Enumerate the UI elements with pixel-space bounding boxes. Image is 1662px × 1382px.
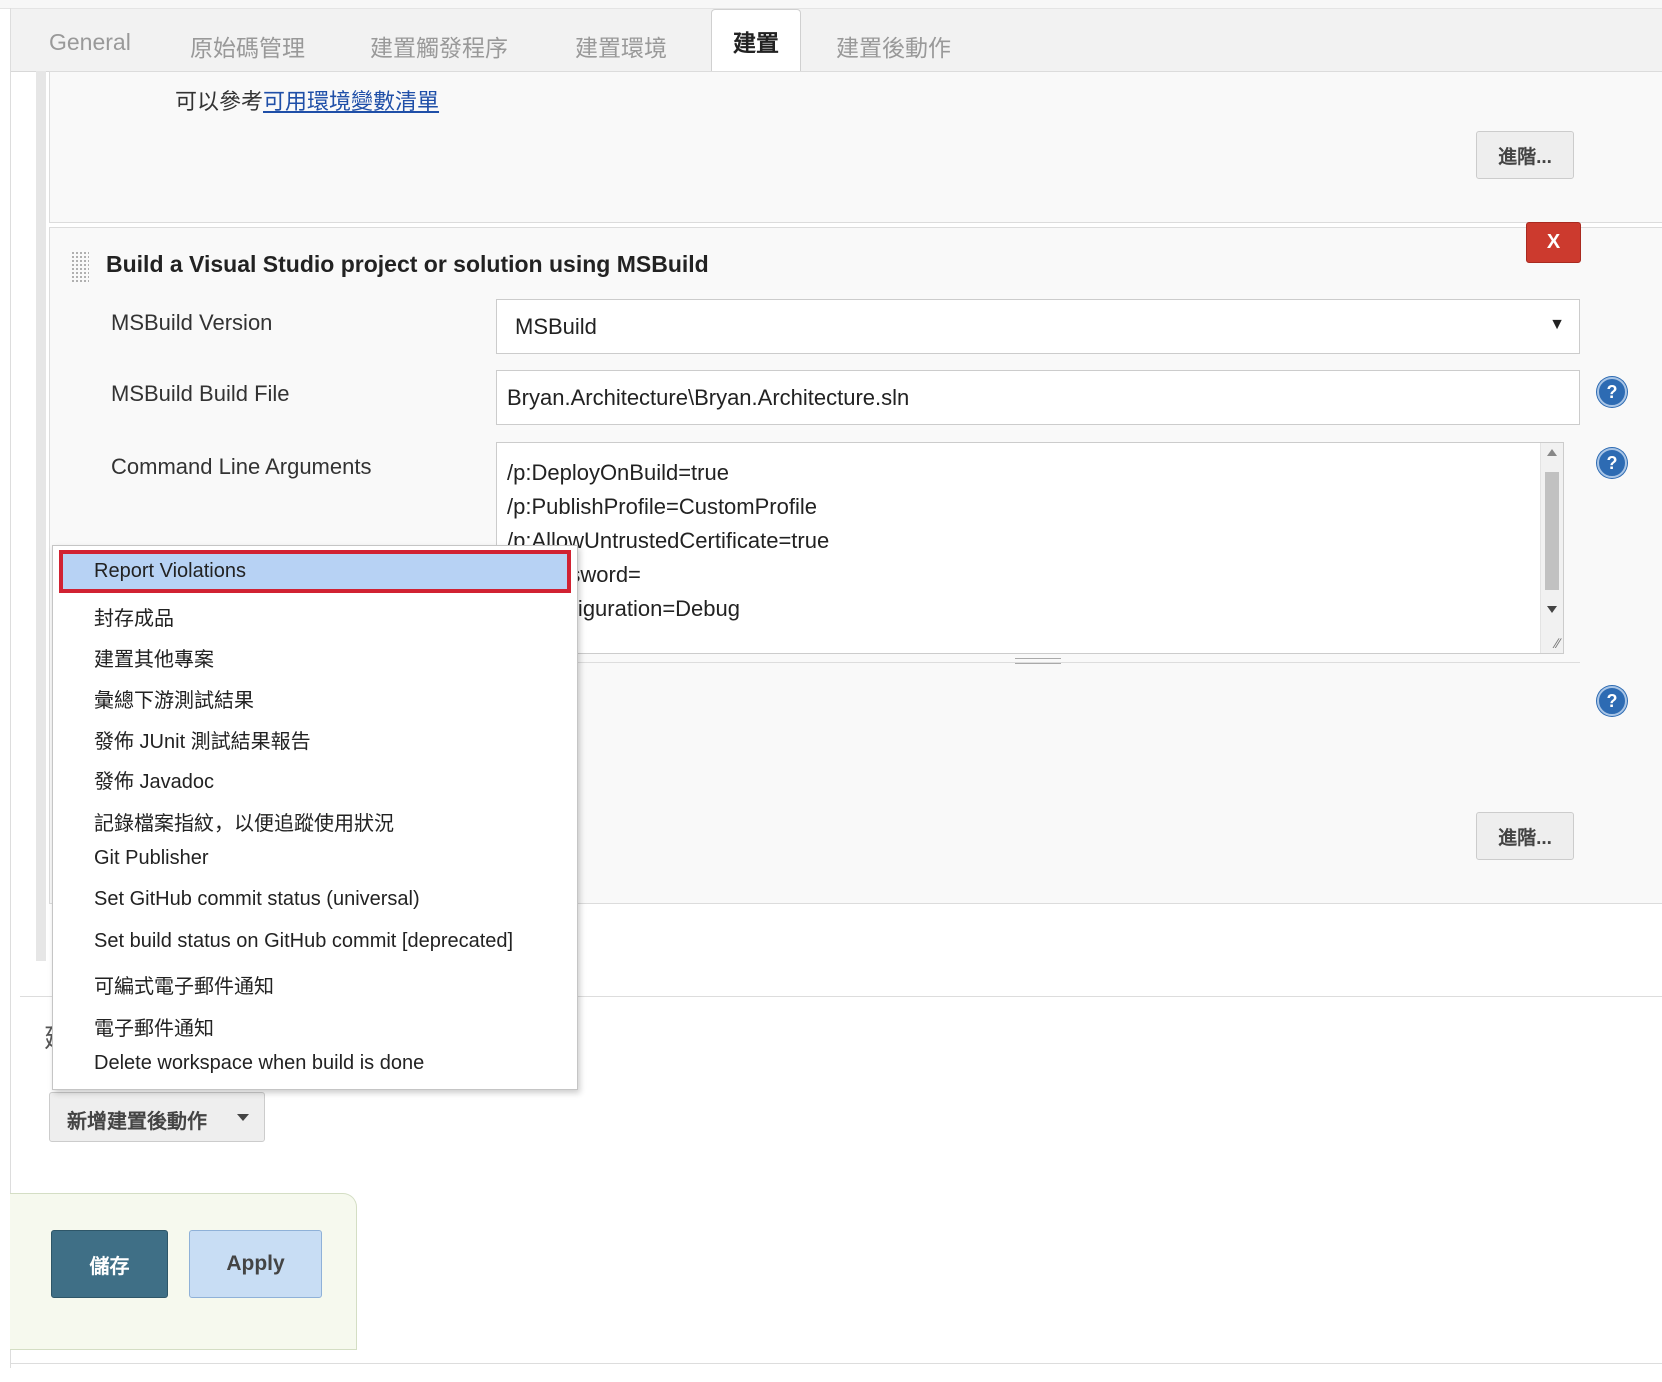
menu-item[interactable]: Set build status on GitHub commit [depre… — [94, 930, 513, 953]
tab-build[interactable]: 建置 — [711, 9, 801, 73]
help-icon[interactable]: ? — [1597, 686, 1627, 716]
menu-item-report-violations[interactable]: Report Violations — [59, 550, 571, 593]
tab-build-triggers[interactable]: 建置觸發程序 — [370, 29, 508, 63]
help-icon[interactable]: ? — [1597, 448, 1627, 478]
help-icon[interactable]: ? — [1597, 377, 1627, 407]
command-line-args-textarea[interactable]: /p:DeployOnBuild=true /p:PublishProfile=… — [496, 442, 1564, 654]
top-border — [0, 0, 1662, 9]
post-build-action-menu: Report Violations 封存成品 建置其他專案 彙總下游測試結果 發… — [52, 545, 578, 1090]
msbuild-step-title: Build a Visual Studio project or solutio… — [106, 251, 709, 277]
env-vars-hint: 可以參考可用環境變數清單 — [175, 84, 439, 116]
menu-item[interactable]: 建置其他專案 — [94, 643, 214, 672]
menu-item[interactable]: Set GitHub commit status (universal) — [94, 888, 420, 911]
advanced-button-top[interactable]: 進階... — [1476, 131, 1574, 179]
env-vars-link[interactable]: 可用環境變數清單 — [263, 89, 439, 114]
config-tab-bar: General 原始碼管理 建置觸發程序 建置環境 建置 建置後動作 — [11, 9, 1662, 73]
resize-handle-icon[interactable]: ∕∕ — [1555, 635, 1560, 651]
menu-item[interactable]: 彙總下游測試結果 — [94, 684, 254, 713]
tab-post-build-actions[interactable]: 建置後動作 — [836, 29, 951, 63]
command-line-args-label: Command Line Arguments — [111, 454, 372, 479]
chevron-down-icon: ▼ — [1549, 316, 1565, 333]
add-post-build-action-label: 新增建置後動作 — [67, 1111, 207, 1133]
menu-item[interactable]: Delete workspace when build is done — [94, 1052, 424, 1075]
chevron-down-icon — [237, 1114, 249, 1121]
menu-item[interactable]: 電子郵件通知 — [94, 1012, 214, 1041]
msbuild-version-select[interactable]: MSBuild ▼ — [496, 299, 1580, 354]
scroll-up-icon[interactable] — [1547, 449, 1557, 456]
cmd-arg-line: /p:PublishProfile=CustomProfile — [507, 494, 817, 519]
section-indent-bar — [36, 71, 46, 961]
menu-item[interactable]: 發佈 JUnit 測試結果報告 — [94, 725, 311, 754]
scroll-down-icon[interactable] — [1547, 606, 1557, 613]
tab-general[interactable]: General — [49, 29, 131, 56]
field-divider — [496, 662, 1580, 663]
menu-item[interactable]: 記錄檔案指紋，以便追蹤使用狀況 — [94, 807, 394, 836]
msbuild-build-file-value: Bryan.Architecture\Bryan.Architecture.sl… — [507, 385, 910, 410]
msbuild-version-label: MSBuild Version — [111, 310, 273, 335]
tab-source-code-management[interactable]: 原始碼管理 — [190, 29, 305, 63]
msbuild-build-file-label: MSBuild Build File — [111, 381, 290, 406]
save-button[interactable]: 儲存 — [51, 1230, 168, 1298]
add-post-build-action-button[interactable]: 新增建置後動作 — [49, 1092, 265, 1142]
bottom-border — [10, 1363, 1662, 1364]
left-border — [10, 8, 11, 1368]
env-vars-hint-prefix: 可以參考 — [175, 89, 264, 114]
menu-item[interactable]: 發佈 Javadoc — [94, 765, 214, 794]
delete-step-button[interactable]: X — [1526, 222, 1581, 263]
scroll-thumb[interactable] — [1545, 472, 1559, 590]
textarea-grip-icon[interactable] — [1015, 658, 1061, 664]
apply-button[interactable]: Apply — [189, 1230, 322, 1298]
textarea-scrollbar[interactable] — [1540, 443, 1563, 653]
drag-handle-icon[interactable] — [71, 251, 89, 283]
cmd-arg-line: /p:DeployOnBuild=true — [507, 460, 729, 485]
advanced-button-bottom[interactable]: 進階... — [1476, 812, 1574, 860]
msbuild-build-file-input[interactable]: Bryan.Architecture\Bryan.Architecture.sl… — [496, 370, 1580, 425]
menu-item[interactable]: 封存成品 — [94, 602, 174, 631]
msbuild-version-value: MSBuild — [515, 314, 597, 339]
tab-build-environment[interactable]: 建置環境 — [575, 29, 667, 63]
menu-item[interactable]: 可編式電子郵件通知 — [94, 970, 274, 999]
menu-item[interactable]: Git Publisher — [94, 847, 209, 870]
